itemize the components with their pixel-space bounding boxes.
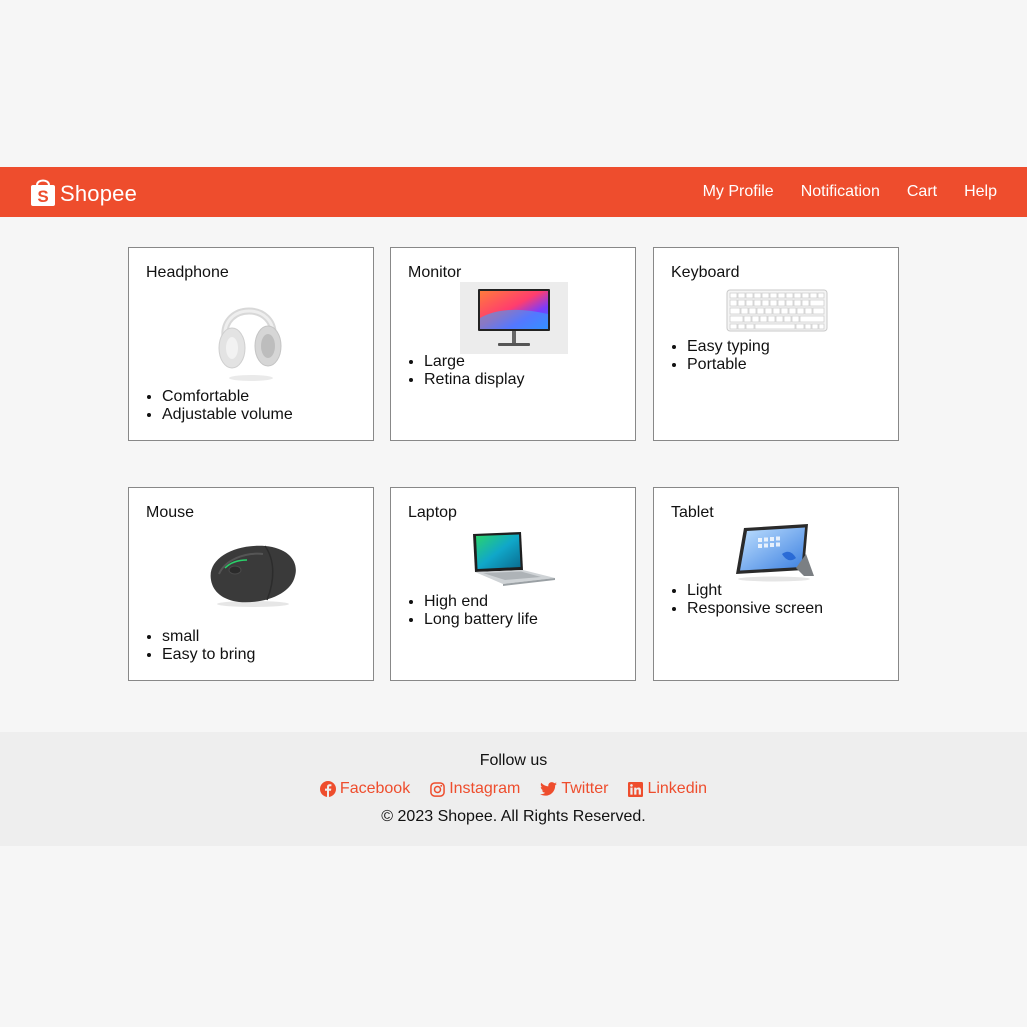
feature-list: High end Long battery life xyxy=(424,593,538,629)
page: S Shopee My Profile Notification Cart He… xyxy=(0,0,1027,1027)
nav-help[interactable]: Help xyxy=(964,183,997,201)
follow-us-label: Follow us xyxy=(479,752,548,769)
product-title: Mouse xyxy=(146,504,195,521)
feature-item: Easy typing xyxy=(687,338,770,356)
feature-item: Retina display xyxy=(424,371,525,389)
linkedin-label: Linkedin xyxy=(647,780,708,797)
nav-notification[interactable]: Notification xyxy=(801,183,880,201)
feature-item: Long battery life xyxy=(424,611,538,629)
facebook-label: Facebook xyxy=(339,780,411,797)
laptop-image xyxy=(469,530,557,591)
product-card-headphone[interactable]: Headphone Comfortable Adjustable volume xyxy=(128,247,374,441)
feature-list: Light Responsive screen xyxy=(687,582,823,618)
product-card-tablet[interactable]: Tablet Light xyxy=(653,487,899,681)
feature-item: small xyxy=(162,628,255,646)
nav-my-profile[interactable]: My Profile xyxy=(703,183,774,201)
product-title: Headphone xyxy=(146,264,229,281)
instagram-link[interactable]: Instagram xyxy=(430,780,520,798)
linkedin-link[interactable]: Linkedin xyxy=(628,780,707,798)
product-title: Keyboard xyxy=(671,264,740,281)
feature-item: Comfortable xyxy=(162,388,293,406)
twitter-icon xyxy=(540,782,558,796)
instagram-label: Instagram xyxy=(449,780,521,797)
linkedin-icon xyxy=(628,781,644,797)
social-links: Facebook Instagram Twitter Linkedin xyxy=(0,780,1027,798)
feature-item: High end xyxy=(424,593,538,611)
instagram-icon xyxy=(430,781,445,797)
svg-text:S: S xyxy=(37,187,48,206)
monitor-image xyxy=(460,282,568,359)
feature-item: Large xyxy=(424,353,525,371)
feature-item: Light xyxy=(687,582,823,600)
twitter-link[interactable]: Twitter xyxy=(540,780,608,798)
copyright-text: © 2023 Shopee. All Rights Reserved. xyxy=(381,808,646,825)
tablet-image xyxy=(734,524,820,587)
nav-cart[interactable]: Cart xyxy=(907,183,937,201)
feature-list: small Easy to bring xyxy=(162,628,255,664)
shopee-logo[interactable]: S Shopee xyxy=(30,177,137,207)
product-title: Tablet xyxy=(671,504,714,521)
product-card-keyboard[interactable]: Keyboard Easy typing Portable xyxy=(653,247,899,441)
navbar: S Shopee My Profile Notification Cart He… xyxy=(0,167,1027,217)
feature-list: Comfortable Adjustable volume xyxy=(162,388,293,424)
facebook-icon xyxy=(319,781,336,797)
product-title: Monitor xyxy=(408,264,462,281)
feature-item: Adjustable volume xyxy=(162,406,293,424)
nav-links: My Profile Notification Cart Help xyxy=(676,167,997,217)
feature-item: Portable xyxy=(687,356,770,374)
brand-name: Shopee xyxy=(60,181,138,206)
headphone-image xyxy=(215,292,287,387)
product-card-mouse[interactable]: Mouse small Easy to bring xyxy=(128,487,374,681)
feature-item: Easy to bring xyxy=(162,646,255,664)
feature-list: Easy typing Portable xyxy=(687,338,770,374)
product-card-laptop[interactable]: Laptop High end Long battery life xyxy=(390,487,636,681)
mouse-image xyxy=(205,540,301,613)
footer: Follow us Facebook Instagram Twitter Lin… xyxy=(0,732,1027,846)
shopping-bag-icon: S xyxy=(30,177,56,207)
facebook-link[interactable]: Facebook xyxy=(319,780,411,798)
keyboard-image xyxy=(726,289,828,337)
product-card-monitor[interactable]: Monitor Large xyxy=(390,247,636,441)
product-title: Laptop xyxy=(408,504,457,521)
feature-list: Large Retina display xyxy=(424,353,525,389)
twitter-label: Twitter xyxy=(561,780,609,797)
feature-item: Responsive screen xyxy=(687,600,823,618)
